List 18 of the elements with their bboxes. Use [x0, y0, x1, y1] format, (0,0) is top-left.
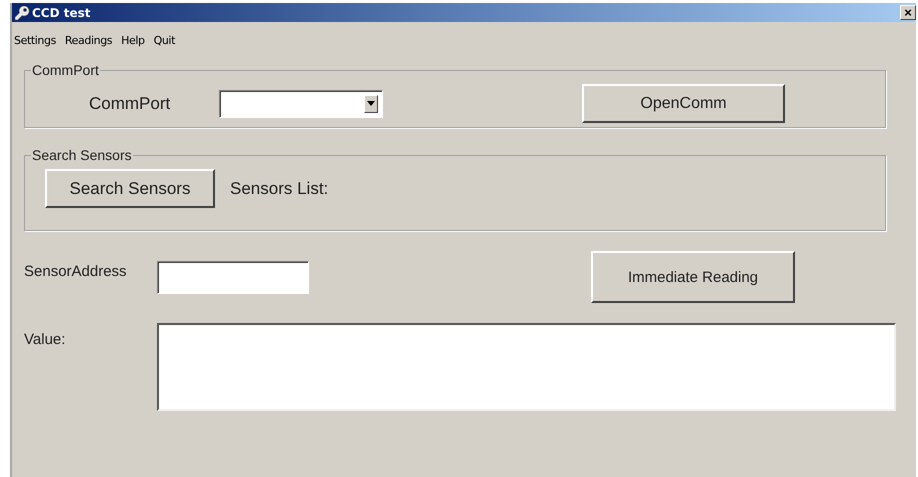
open-button[interactable]: OpenComm	[582, 84, 785, 123]
search-button[interactable]: Search Sensors	[45, 169, 215, 208]
menu-item[interactable]: Quit	[154, 34, 175, 47]
value-field[interactable]	[157, 323, 896, 411]
menu-item[interactable]: Help	[121, 34, 145, 47]
field-label: SensorAddress	[24, 263, 128, 280]
list-label: Sensors List:	[230, 178, 328, 198]
address-field[interactable]	[157, 260, 309, 294]
group-title: CommPort	[31, 62, 100, 78]
field-label: Value:	[24, 331, 66, 350]
close-button[interactable]: ×	[900, 5, 916, 20]
menu-item[interactable]: Readings	[64, 34, 112, 47]
window-title: CCD test	[32, 6, 92, 20]
reading-button[interactable]: Immediate Reading	[591, 251, 795, 303]
group-title: Search Sensors	[31, 147, 133, 163]
menu-item[interactable]: Settings	[14, 34, 56, 47]
dropdown[interactable]	[219, 90, 383, 118]
field-label: CommPort	[89, 94, 172, 114]
